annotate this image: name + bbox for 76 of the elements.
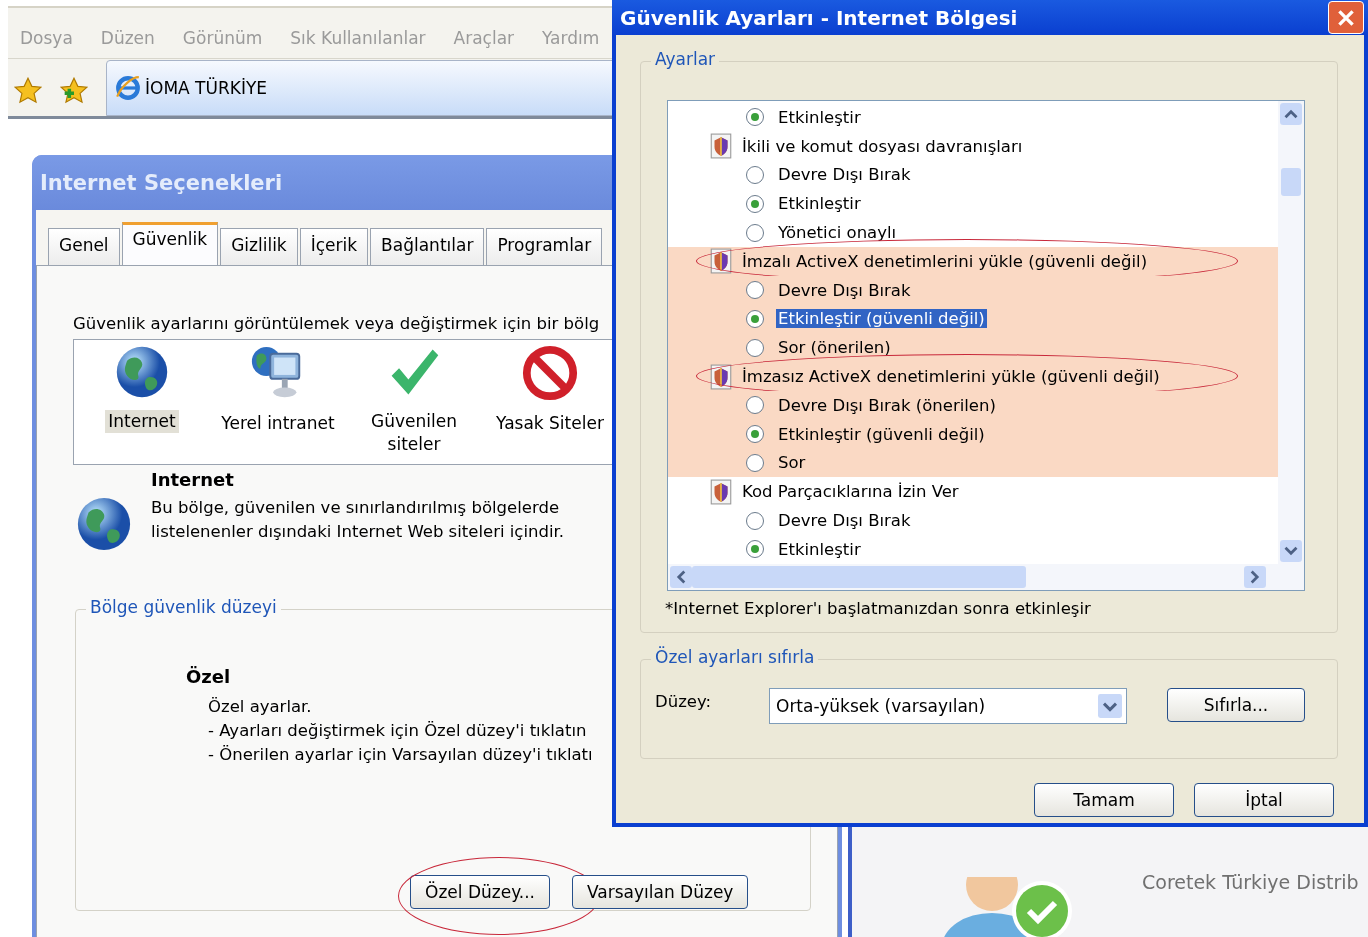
radio-button[interactable] <box>746 425 764 444</box>
radio-button[interactable] <box>746 281 764 300</box>
radio-button[interactable] <box>746 309 764 328</box>
option-label[interactable]: Etkinleştir (güvenli değil) <box>776 424 987 444</box>
globe-icon <box>114 344 170 400</box>
note-text: *Internet Explorer'ı başlatmanızdan sonra etkinleşir <box>665 598 1091 618</box>
page-text: Coretek Türkiye Distrib <box>1142 870 1359 893</box>
group-label: Özel ayarları sıfırla <box>651 646 819 667</box>
window-title: Güvenlik Ayarları - Internet Bölgesi <box>620 5 1018 30</box>
window-title: Internet Seçenekleri <box>40 170 283 195</box>
level-text: - Ayarları değiştirmek için Özel düzey'i tıklatın <box>208 720 587 742</box>
radio-button[interactable] <box>746 338 764 357</box>
option-label[interactable]: Etkinleştir <box>776 107 863 127</box>
option-label[interactable]: Devre Dışı Bırak (önerilen) <box>776 395 998 415</box>
tab-title: İOMA TÜRKİYE <box>145 78 268 98</box>
radio-button[interactable] <box>746 108 764 127</box>
radio-button[interactable] <box>746 396 764 415</box>
setting-category: İkili ve komut dosyası davranışları <box>741 136 1024 156</box>
radio-button[interactable] <box>746 511 764 530</box>
option-label[interactable]: Devre Dışı Bırak <box>776 280 913 300</box>
level-text: - Önerilen ayarlar için Varsayılan düzey'i tıklatı <box>208 744 593 766</box>
setting-category: Kod Parçacıklarına İzin Ver <box>741 482 960 502</box>
radio-button[interactable] <box>746 166 764 184</box>
setting-category: İmzasız ActiveX denetimlerini yükle (güvenli değil) <box>741 367 1161 387</box>
radio-button[interactable] <box>746 453 764 472</box>
chevron-down-icon <box>1098 691 1122 720</box>
tab[interactable]: Programlar <box>486 228 603 265</box>
shield-icon <box>710 478 732 505</box>
setting-category: İmzalı ActiveX denetimlerini yükle (güvenli değil) <box>741 251 1149 271</box>
button[interactable]: Tamam <box>1034 782 1174 817</box>
field-label: Düzey: <box>655 690 713 711</box>
instruction-text: Güvenlik ayarlarını görüntülemek veya değiştirmek için bir bölg <box>73 314 600 333</box>
option-label[interactable]: Etkinleştir <box>776 539 863 559</box>
option-label[interactable]: Yönetici onaylı <box>776 223 899 243</box>
globe-icon <box>75 495 133 553</box>
option-label[interactable]: Etkinleştir <box>776 194 863 214</box>
level-dropdown[interactable]: Orta-yüksek (varsayılan) <box>769 687 1127 724</box>
scroll-thumb[interactable] <box>1281 168 1301 197</box>
radio-button[interactable] <box>746 194 764 213</box>
level-name: Özel <box>186 666 231 687</box>
zone-title: Internet <box>151 469 234 490</box>
tab[interactable]: İçerik <box>299 228 369 265</box>
zone-item[interactable]: Internet <box>105 410 179 433</box>
option-label[interactable]: Etkinleştir (güvenli değil) <box>776 309 987 329</box>
button[interactable]: Özel Düzey... <box>410 875 550 909</box>
no-entry-icon <box>521 344 579 402</box>
radio-button[interactable] <box>746 223 764 242</box>
tab[interactable]: Gizlilik <box>220 228 298 265</box>
shield-icon <box>710 248 732 275</box>
tab[interactable]: Bağlantılar <box>370 228 485 265</box>
option-label[interactable]: Devre Dışı Bırak <box>776 511 913 531</box>
shield-icon <box>710 363 732 390</box>
option-label[interactable]: Sor (önerilen) <box>776 338 893 358</box>
radio-button[interactable] <box>746 540 764 559</box>
zone-item[interactable]: Yasak Siteler <box>493 412 607 435</box>
level-text: Özel ayarlar. <box>208 696 312 718</box>
group-label: Ayarlar <box>651 49 720 69</box>
option-label[interactable]: Devre Dışı Bırak <box>776 165 913 185</box>
zone-item[interactable]: Güvenilen siteler <box>346 410 482 456</box>
tab[interactable]: Güvenlik <box>121 222 219 265</box>
zone-description: Bu bölge, güvenilen ve sınırlandırılmış bölgelerde listelenenler dışındaki Internet Web siteleri içindir. <box>151 497 565 543</box>
button[interactable]: İptal <box>1194 782 1334 817</box>
horizontal-scrollbar[interactable] <box>668 563 1304 590</box>
option-label[interactable]: Sor <box>776 453 808 473</box>
vertical-scrollbar[interactable] <box>1278 101 1304 564</box>
reset-button[interactable]: Sıfırla... <box>1167 687 1305 722</box>
group-label: Bölge güvenlik düzeyi <box>86 597 281 617</box>
star-icon <box>14 76 42 105</box>
close-button[interactable] <box>1328 1 1364 34</box>
zone-item[interactable]: Yerel intranet <box>218 412 338 435</box>
star-plus-icon <box>60 76 88 105</box>
ie-logo-icon <box>115 75 141 101</box>
shield-icon <box>710 133 732 160</box>
scroll-thumb[interactable] <box>692 565 1026 588</box>
tab[interactable]: Genel <box>48 228 120 265</box>
button[interactable]: Varsayılan Düzey <box>572 875 749 909</box>
